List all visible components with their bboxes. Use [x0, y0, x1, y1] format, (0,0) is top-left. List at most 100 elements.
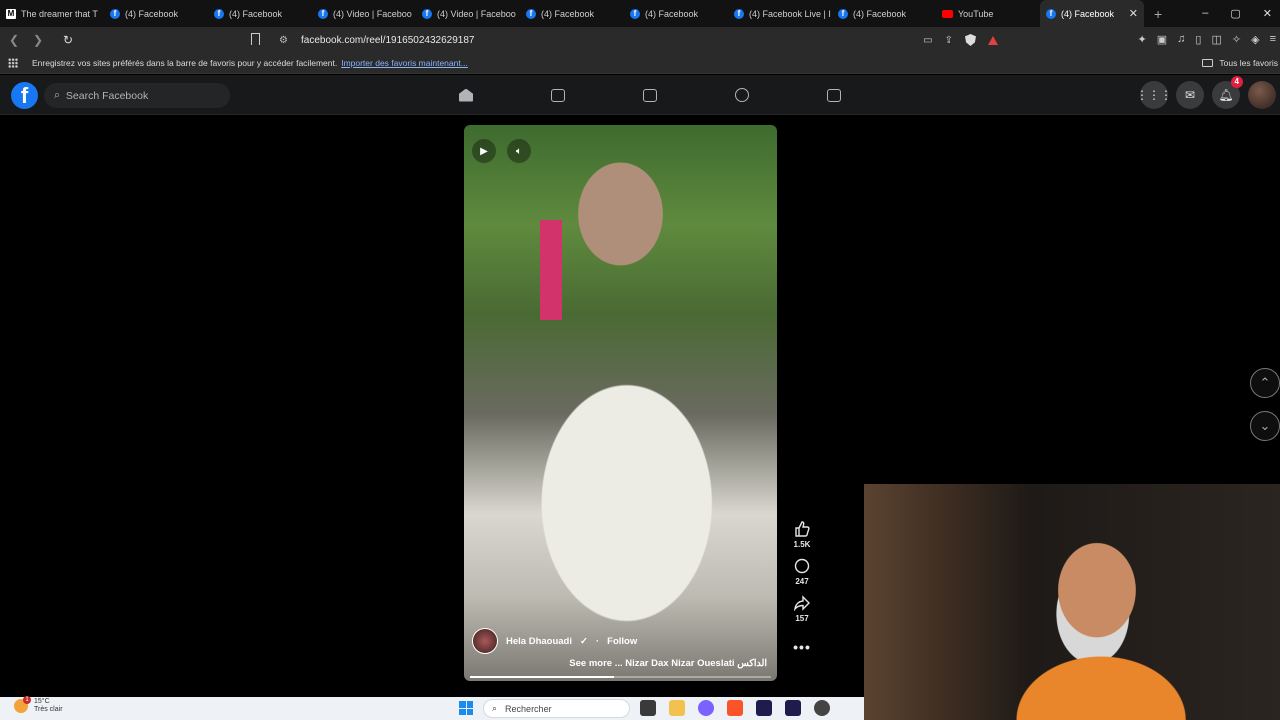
taskbar-search-placeholder: Rechercher [505, 703, 552, 714]
webcam-overlay [864, 484, 1280, 720]
recording-app-icon[interactable] [814, 700, 830, 716]
import-bookmarks-link[interactable]: Importer des favoris maintenant... [341, 58, 468, 68]
comment-action[interactable]: 247 [793, 557, 811, 586]
nav-marketplace[interactable] [604, 75, 696, 115]
previous-reel-button[interactable]: ⌃ [1250, 368, 1280, 398]
window-controls: – ▢ ✕ [1202, 7, 1280, 20]
account-avatar[interactable] [1248, 81, 1276, 109]
facebook-icon: f [422, 8, 432, 19]
facebook-icon: f [214, 8, 224, 19]
facebook-header-actions: ⋮⋮⋮ ✉ 🔔︎ 4 [1136, 76, 1276, 109]
back-button[interactable]: ❮ [4, 33, 24, 47]
brave-shield-icon[interactable] [965, 34, 976, 46]
browser-tab[interactable]: f (4) Facebook [624, 0, 728, 27]
extensions-icon[interactable]: ✦ [1138, 33, 1147, 46]
chevron-down-icon: ⌄ [1259, 418, 1271, 433]
browser-tab[interactable]: f (4) Video | Faceboo [416, 0, 520, 27]
vpn-icon[interactable]: ◈ [1251, 33, 1259, 46]
notifications-button[interactable]: 🔔︎ 4 [1212, 76, 1243, 109]
reel-progress-bar[interactable] [470, 676, 771, 678]
premiere-pro-icon[interactable] [756, 700, 772, 716]
close-tab-icon[interactable]: ✕ [1129, 7, 1138, 20]
menu-button[interactable]: ⋮⋮⋮ [1136, 81, 1172, 109]
reload-button[interactable]: ↻ [58, 33, 78, 47]
weather-badge: 1 [23, 696, 31, 704]
all-favorites-button[interactable]: Tous les favoris [1202, 58, 1280, 68]
taskbar-search[interactable]: ⌕ Rechercher [483, 699, 630, 718]
browser-tab-active[interactable]: f (4) Facebook ✕ [1040, 0, 1144, 27]
weather-sun-icon: 1 [14, 696, 31, 713]
wallet-icon[interactable]: ◫ [1211, 33, 1221, 46]
media-icon[interactable]: ♫ [1177, 33, 1185, 46]
after-effects-icon[interactable] [785, 700, 801, 716]
browser-tab[interactable]: f (4) Facebook [104, 0, 208, 27]
browser-tab[interactable]: f (4) Video | Faceboo [312, 0, 416, 27]
messenger-button[interactable]: ✉ [1176, 81, 1204, 109]
reel-video[interactable]: ▶ 🔈︎ Hela Dhaouadi ✓ · Follow See more .… [464, 125, 777, 681]
windows-start-icon[interactable] [459, 701, 473, 715]
site-info-icon[interactable]: ⚙ [279, 35, 289, 46]
leo-icon[interactable]: ✧ [1232, 33, 1241, 46]
minimize-button[interactable]: – [1202, 7, 1208, 20]
share-count: 157 [795, 614, 809, 623]
follow-link[interactable]: Follow [607, 636, 637, 647]
tab-search-icon[interactable]: ▣ [1157, 33, 1167, 46]
facebook-search-input[interactable]: ⌕ Search Facebook [44, 83, 230, 108]
weather-widget[interactable]: 1 15°C Très clair [14, 696, 63, 714]
reel-caption[interactable]: See more ... Nizar Dax Nizar Oueslati ال… [569, 658, 767, 669]
author-avatar[interactable] [472, 628, 498, 654]
cast-icon[interactable]: ▭ [923, 35, 932, 46]
maximize-button[interactable]: ▢ [1230, 7, 1240, 20]
apps-grid-icon[interactable] [8, 58, 18, 68]
browser-tab[interactable]: M The dreamer that T [0, 0, 104, 27]
reel-progress-fill [470, 676, 615, 678]
nav-gaming[interactable] [788, 75, 880, 115]
nav-home[interactable] [420, 75, 512, 115]
share-action[interactable]: 157 [793, 594, 811, 623]
browser-tab[interactable]: YouTube [936, 0, 1040, 27]
file-explorer-icon[interactable] [669, 700, 685, 716]
nav-video[interactable] [512, 75, 604, 115]
verified-icon: ✓ [580, 635, 588, 647]
nav-groups[interactable] [696, 75, 788, 115]
browser-tab[interactable]: f (4) Facebook Live | I [728, 0, 832, 27]
like-action[interactable]: 1.5K [793, 520, 811, 549]
close-window-button[interactable]: ✕ [1263, 7, 1272, 20]
address-bar-row: ❮ ❯ ↻ ⚙ facebook.com/reel/19165024326291… [0, 27, 1280, 53]
more-options-icon[interactable]: ••• [793, 639, 811, 655]
video-icon [551, 88, 565, 102]
messenger-icon: ✉ [1184, 88, 1196, 102]
youtube-icon [942, 9, 953, 18]
browser-tab[interactable]: f (4) Facebook [832, 0, 936, 27]
separator-dot: · [595, 635, 600, 647]
author-name[interactable]: Hela Dhaouadi [506, 636, 572, 647]
url-actions: ▭ ⇪ [923, 30, 998, 50]
medium-icon: M [6, 8, 16, 19]
bookmark-icon[interactable] [251, 33, 260, 45]
browser-tab[interactable]: f (4) Facebook [208, 0, 312, 27]
next-reel-button[interactable]: ⌄ [1250, 411, 1280, 441]
discord-icon[interactable] [698, 700, 714, 716]
chevron-up-icon: ⌃ [1259, 375, 1271, 390]
browser-tab[interactable]: f (4) Facebook [520, 0, 624, 27]
new-tab-button[interactable]: + [1144, 6, 1172, 22]
groups-icon [735, 88, 749, 102]
video-frame-flag [540, 220, 562, 320]
brave-rewards-icon[interactable] [988, 35, 998, 45]
facebook-icon: f [318, 8, 328, 19]
play-icon: ▶ [480, 145, 488, 157]
facebook-main-nav [420, 75, 880, 115]
menu-icon[interactable]: ≡ [1270, 33, 1276, 46]
task-view-icon[interactable] [640, 700, 656, 716]
play-button[interactable]: ▶ [472, 139, 496, 163]
forward-button[interactable]: ❯ [28, 33, 48, 47]
reel-actions: 1.5K 247 157 ••• [789, 520, 815, 655]
facebook-logo[interactable]: f [11, 82, 38, 109]
home-icon [459, 88, 473, 102]
share-icon[interactable]: ⇪ [945, 35, 953, 46]
url-field[interactable]: ⚙ facebook.com/reel/1916502432629187 ▭ ⇪ [273, 30, 998, 50]
mute-button[interactable]: 🔈︎ [507, 139, 531, 163]
sidebar-icon[interactable]: ▯ [1195, 33, 1201, 46]
bookmarks-message: Enregistrez vos sites préférés dans la b… [32, 58, 338, 68]
brave-icon[interactable] [727, 700, 743, 716]
